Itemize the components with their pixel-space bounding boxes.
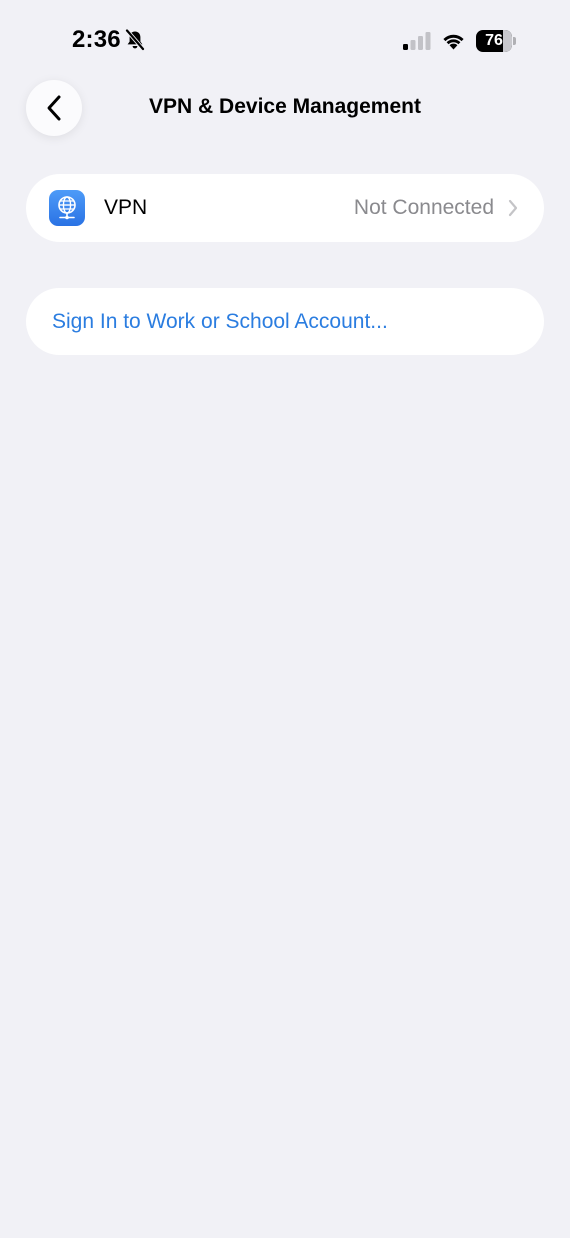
globe-network-icon — [49, 190, 85, 226]
status-indicators: 76 — [403, 30, 516, 52]
status-time: 2:36 — [72, 26, 121, 53]
battery-empty-portion — [503, 30, 512, 52]
wifi-icon — [443, 34, 464, 50]
chevron-right-icon — [508, 199, 518, 217]
battery-body: 76 — [476, 30, 512, 52]
signin-work-school-button[interactable]: Sign In to Work or School Account... — [26, 288, 544, 355]
battery-cap — [513, 37, 516, 45]
signin-label: Sign In to Work or School Account... — [52, 309, 388, 333]
battery-level: 76 — [485, 32, 503, 49]
vpn-row[interactable]: VPN Not Connected — [26, 174, 544, 242]
battery-indicator: 76 — [476, 30, 516, 52]
bell-slash-icon — [124, 29, 145, 51]
cellular-signal-icon — [403, 32, 431, 50]
status-bar: 2:36 76 — [0, 0, 570, 84]
page-title: VPN & Device Management — [149, 95, 421, 118]
vpn-label: VPN — [104, 196, 148, 219]
vpn-status: Not Connected — [353, 196, 494, 219]
time-group: 2:36 — [72, 26, 145, 54]
